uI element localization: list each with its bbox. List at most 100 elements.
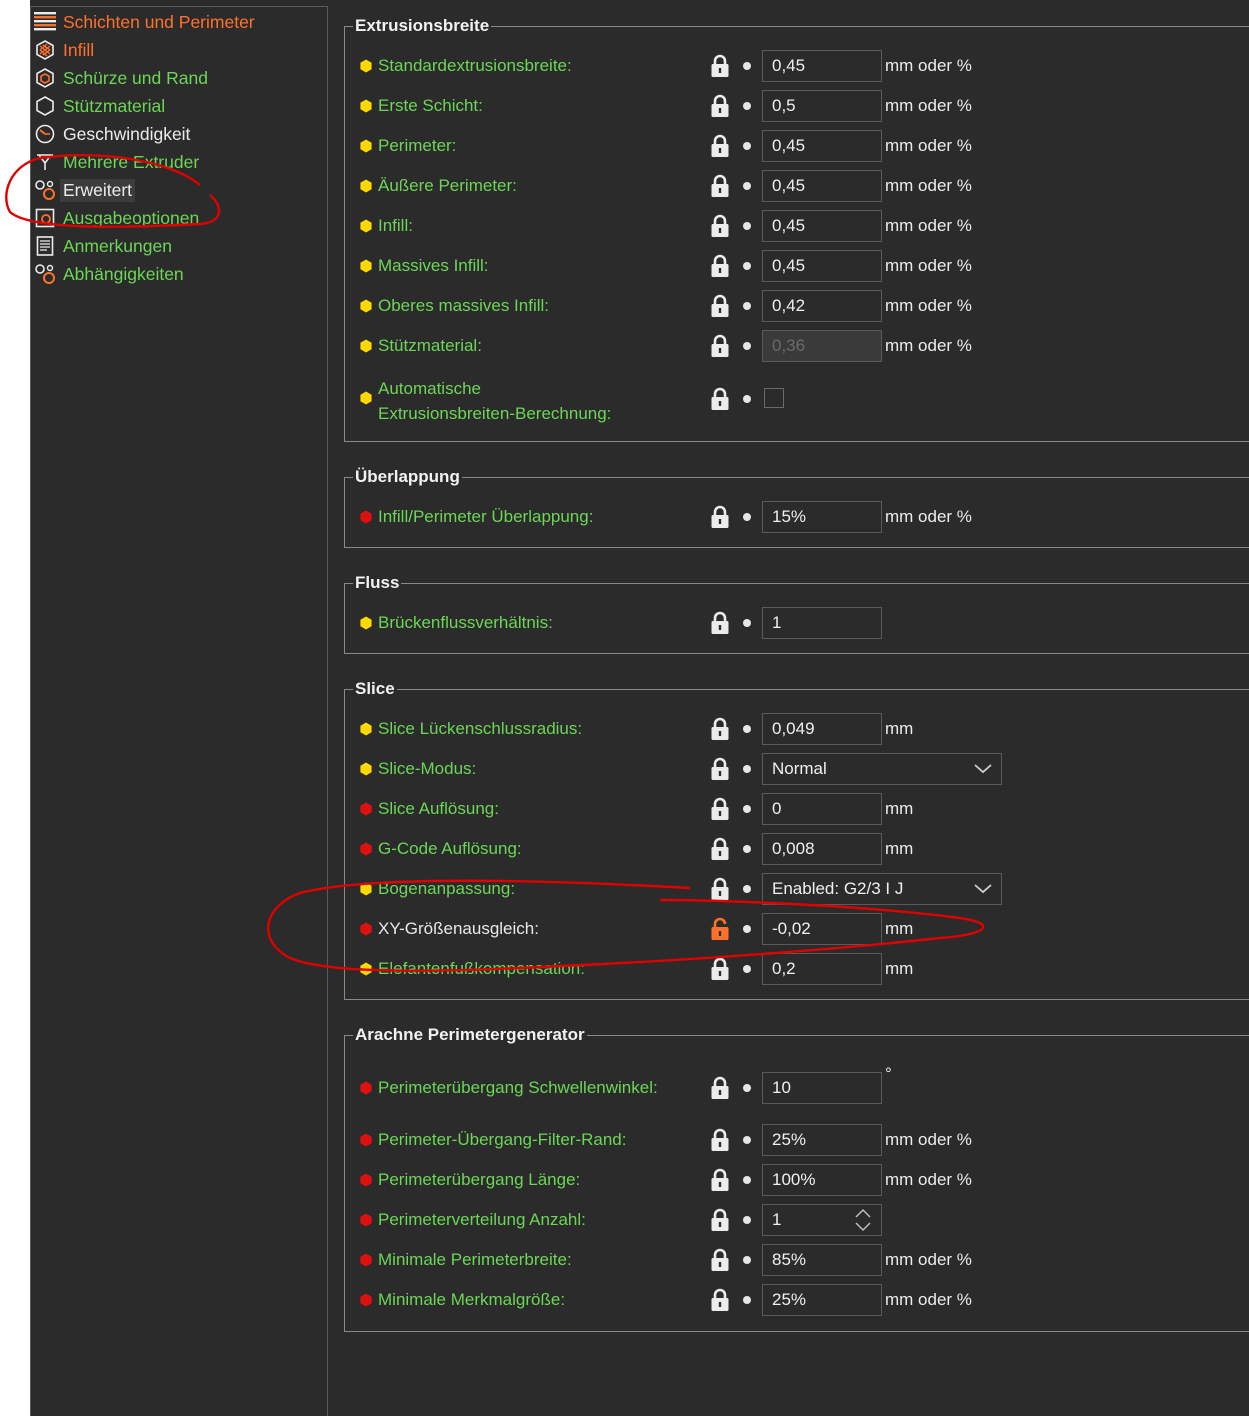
sidebar-item-output-options[interactable]: Ausgabeoptionen — [34, 205, 199, 231]
sidebar-item-multi-extruder[interactable]: Mehrere Extruder — [34, 149, 199, 175]
setting-input[interactable]: 25% — [762, 1284, 882, 1316]
reset-value-dot-icon[interactable] — [743, 102, 751, 110]
setting-input[interactable]: 0,36 — [762, 330, 882, 362]
reset-value-dot-icon[interactable] — [743, 1296, 751, 1304]
reset-value-dot-icon[interactable] — [743, 302, 751, 310]
unlocked-icon[interactable] — [710, 917, 730, 941]
lock-icon[interactable] — [710, 717, 730, 741]
setting-input[interactable]: 0,45 — [762, 130, 882, 162]
setting-input[interactable]: 0 — [762, 793, 882, 825]
lock-icon[interactable] — [710, 505, 730, 529]
reset-value-dot-icon[interactable] — [743, 395, 751, 403]
reset-value-dot-icon[interactable] — [743, 1084, 751, 1092]
lock-icon[interactable] — [710, 214, 730, 238]
sidebar-item-support[interactable]: Stützmaterial — [34, 93, 165, 119]
lock-icon[interactable] — [710, 957, 730, 981]
setting-mode-marker-icon — [360, 299, 372, 313]
setting-value: Normal — [772, 759, 827, 778]
sidebar-item-notes[interactable]: Anmerkungen — [34, 233, 172, 259]
lock-icon[interactable] — [710, 334, 730, 358]
lock-icon[interactable] — [710, 1208, 730, 1232]
lock-icon[interactable] — [710, 757, 730, 781]
sidebar-item-skirt-brim[interactable]: Schürze und Rand — [34, 65, 208, 91]
reset-value-dot-icon[interactable] — [743, 142, 751, 150]
sidebar-item-label: Schichten und Perimeter — [63, 11, 255, 32]
lock-icon[interactable] — [710, 387, 730, 411]
sidebar-item-speed[interactable]: Geschwindigkeit — [34, 121, 190, 147]
lock-icon[interactable] — [710, 837, 730, 861]
reset-value-dot-icon[interactable] — [743, 513, 751, 521]
setting-input[interactable]: 0,45 — [762, 210, 882, 242]
setting-unit: mm oder % — [885, 216, 972, 235]
setting-input[interactable]: 0,049 — [762, 713, 882, 745]
setting-input[interactable]: 0,2 — [762, 953, 882, 985]
sidebar-item-advanced[interactable]: Erweitert — [34, 177, 136, 203]
setting-value: 0,42 — [772, 296, 806, 315]
sidebar-item-layers[interactable]: Schichten und Perimeter — [34, 9, 255, 35]
reset-value-dot-icon[interactable] — [743, 925, 751, 933]
setting-input[interactable]: 0,45 — [762, 170, 882, 202]
lock-icon[interactable] — [710, 797, 730, 821]
reset-value-dot-icon[interactable] — [743, 62, 751, 70]
setting-input[interactable]: 1 — [762, 607, 882, 639]
setting-unit: mm oder % — [885, 176, 972, 195]
sidebar-item-dependencies[interactable]: Abhängigkeiten — [34, 261, 184, 287]
setting-input[interactable]: -0,02 — [762, 913, 882, 945]
setting-spinbox[interactable]: 1 — [762, 1204, 882, 1236]
setting-unit: mm oder % — [885, 136, 972, 155]
lock-icon[interactable] — [710, 54, 730, 78]
lock-icon[interactable] — [710, 877, 730, 901]
setting-input[interactable]: 15% — [762, 501, 882, 533]
auto-extrusion-width-checkbox[interactable] — [764, 388, 784, 408]
setting-row: Brückenflussverhältnis: 1 — [344, 607, 1244, 639]
reset-value-dot-icon[interactable] — [743, 342, 751, 350]
lock-icon[interactable] — [710, 1076, 730, 1100]
lock-icon[interactable] — [710, 134, 730, 158]
setting-input[interactable]: 0,42 — [762, 290, 882, 322]
reset-value-dot-icon[interactable] — [743, 1256, 751, 1264]
setting-dropdown[interactable]: Normal — [762, 753, 1002, 785]
setting-label: Standardextrusionsbreite: — [378, 56, 572, 75]
lock-icon[interactable] — [710, 294, 730, 318]
reset-value-dot-icon[interactable] — [743, 1216, 751, 1224]
chevron-down-icon[interactable] — [974, 884, 992, 894]
lock-icon[interactable] — [710, 1168, 730, 1192]
setting-row: Standardextrusionsbreite: 0,45 mm oder % — [344, 50, 1244, 82]
reset-value-dot-icon[interactable] — [743, 182, 751, 190]
lock-icon[interactable] — [710, 611, 730, 635]
lock-icon[interactable] — [710, 254, 730, 278]
lock-icon[interactable] — [710, 1128, 730, 1152]
setting-input[interactable]: 25% — [762, 1124, 882, 1156]
reset-value-dot-icon[interactable] — [743, 885, 751, 893]
setting-input[interactable]: 0,008 — [762, 833, 882, 865]
reset-value-dot-icon[interactable] — [743, 845, 751, 853]
reset-value-dot-icon[interactable] — [743, 805, 751, 813]
settings-sidebar: Schichten und Perimeter Infill Schürze u… — [30, 6, 328, 1416]
setting-row: Slice-Modus: Normal — [344, 753, 1244, 785]
reset-value-dot-icon[interactable] — [743, 1176, 751, 1184]
reset-value-dot-icon[interactable] — [743, 222, 751, 230]
lock-icon[interactable] — [710, 174, 730, 198]
setting-label: Minimale Merkmalgröße: — [378, 1290, 566, 1309]
reset-value-dot-icon[interactable] — [743, 619, 751, 627]
reset-value-dot-icon[interactable] — [743, 765, 751, 773]
setting-dropdown[interactable]: Enabled: G2/3 I J — [762, 873, 1002, 905]
chevron-down-icon[interactable] — [974, 764, 992, 774]
setting-mode-marker-icon — [360, 59, 372, 73]
sidebar-item-infill[interactable]: Infill — [34, 37, 94, 63]
setting-input[interactable]: 10 — [762, 1072, 882, 1104]
setting-row: Perimeterübergang Länge: 100% mm oder % — [344, 1164, 1244, 1196]
spin-arrows-icon[interactable] — [854, 1207, 872, 1233]
setting-input[interactable]: 0,45 — [762, 250, 882, 282]
reset-value-dot-icon[interactable] — [743, 262, 751, 270]
reset-value-dot-icon[interactable] — [743, 1136, 751, 1144]
lock-icon[interactable] — [710, 1248, 730, 1272]
lock-icon[interactable] — [710, 1288, 730, 1312]
reset-value-dot-icon[interactable] — [743, 965, 751, 973]
reset-value-dot-icon[interactable] — [743, 725, 751, 733]
setting-input[interactable]: 0,5 — [762, 90, 882, 122]
setting-input[interactable]: 0,45 — [762, 50, 882, 82]
setting-input[interactable]: 100% — [762, 1164, 882, 1196]
lock-icon[interactable] — [710, 94, 730, 118]
setting-input[interactable]: 85% — [762, 1244, 882, 1276]
